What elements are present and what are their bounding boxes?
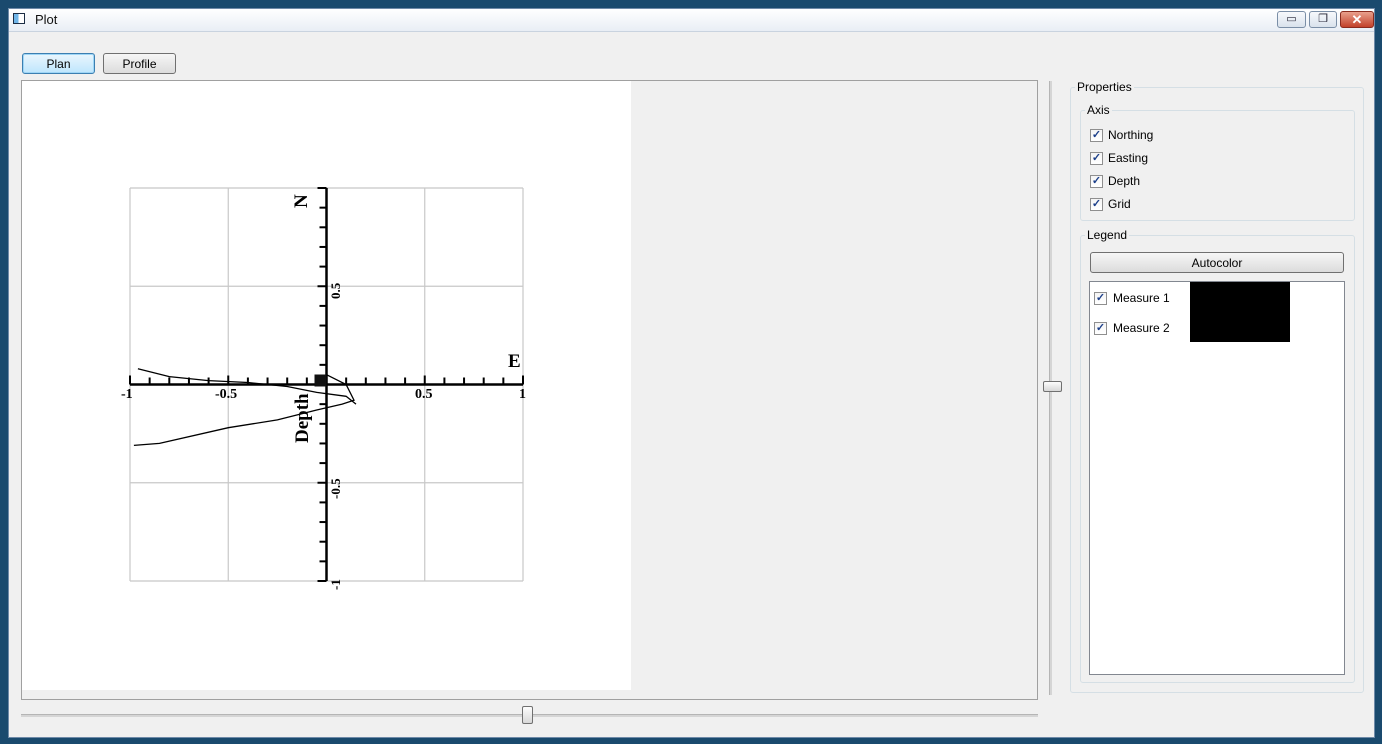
grid-checkbox[interactable]: ✓	[1090, 197, 1103, 211]
north-axis-label: N	[291, 194, 312, 208]
restore-button[interactable]: ❐	[1309, 11, 1337, 28]
measure-2-color-swatch[interactable]	[1190, 312, 1290, 342]
window-title: Plot	[35, 12, 58, 27]
axis-group-title: Axis	[1085, 103, 1112, 117]
title-bar[interactable]: Plot ▭ ❐ ✕	[9, 9, 1374, 32]
northing-checkbox-row[interactable]: ✓ Northing	[1090, 128, 1153, 142]
measure-2-label: Measure 2	[1113, 321, 1170, 335]
legend-item-measure-2[interactable]: ✓ Measure 2	[1094, 321, 1170, 335]
east-axis-label: E	[508, 351, 521, 372]
depth-checkbox[interactable]: ✓	[1090, 174, 1103, 188]
autocolor-button[interactable]: Autocolor	[1090, 252, 1344, 273]
plot-area[interactable]: N E Depth -1 -0.5 0.5 1 0.5 -0.5 -1	[21, 80, 1038, 700]
measure-1-checkbox[interactable]: ✓	[1094, 291, 1107, 305]
depth-label: Depth	[1108, 174, 1141, 188]
x-tick-label-pos05: 0.5	[415, 387, 433, 402]
close-button[interactable]: ✕	[1340, 11, 1374, 28]
x-tick-label-neg1: -1	[121, 387, 133, 402]
legend-group-title: Legend	[1085, 228, 1130, 242]
plan-view-chart: N E Depth -1 -0.5 0.5 1 0.5 -0.5 -1	[121, 187, 526, 590]
profile-button[interactable]: Profile	[103, 53, 176, 74]
origin-marker	[314, 374, 327, 387]
y-tick-label-pos05: 0.5	[328, 282, 343, 299]
plan-button[interactable]: Plan	[22, 53, 95, 74]
northing-checkbox[interactable]: ✓	[1090, 128, 1103, 142]
legend-list[interactable]: ✓ Measure 1 ✓ Measure 2	[1089, 281, 1345, 675]
grid-checkbox-row[interactable]: ✓ Grid	[1090, 197, 1131, 211]
minimize-button[interactable]: ▭	[1277, 11, 1306, 28]
plot-canvas[interactable]: N E Depth -1 -0.5 0.5 1 0.5 -0.5 -1	[22, 81, 631, 690]
app-icon	[13, 13, 25, 24]
easting-label: Easting	[1108, 151, 1149, 165]
easting-checkbox[interactable]: ✓	[1090, 151, 1103, 165]
depth-checkbox-row[interactable]: ✓ Depth	[1090, 174, 1140, 188]
properties-title: Properties	[1075, 80, 1134, 94]
legend-item-measure-1[interactable]: ✓ Measure 1	[1094, 291, 1170, 305]
depth-axis-label: Depth	[292, 393, 313, 443]
measure-1-color-swatch[interactable]	[1190, 282, 1290, 312]
grid-label: Grid	[1108, 197, 1131, 211]
y-tick-label-neg1: -1	[328, 579, 343, 590]
x-tick-label-pos1: 1	[519, 387, 526, 402]
easting-checkbox-row[interactable]: ✓ Easting	[1090, 151, 1148, 165]
measure-1-label: Measure 1	[1113, 291, 1170, 305]
horizontal-slider-handle[interactable]	[522, 706, 533, 724]
x-tick-label-neg05: -0.5	[215, 387, 237, 402]
vertical-splitter-handle[interactable]	[1043, 381, 1062, 392]
northing-label: Northing	[1108, 128, 1154, 142]
plot-window: Plot ▭ ❐ ✕ Plan Profile N E Depth -1 -0.…	[8, 8, 1375, 738]
axes	[129, 187, 524, 582]
measure-2-checkbox[interactable]: ✓	[1094, 321, 1107, 335]
y-tick-label-neg05: -0.5	[328, 478, 343, 499]
